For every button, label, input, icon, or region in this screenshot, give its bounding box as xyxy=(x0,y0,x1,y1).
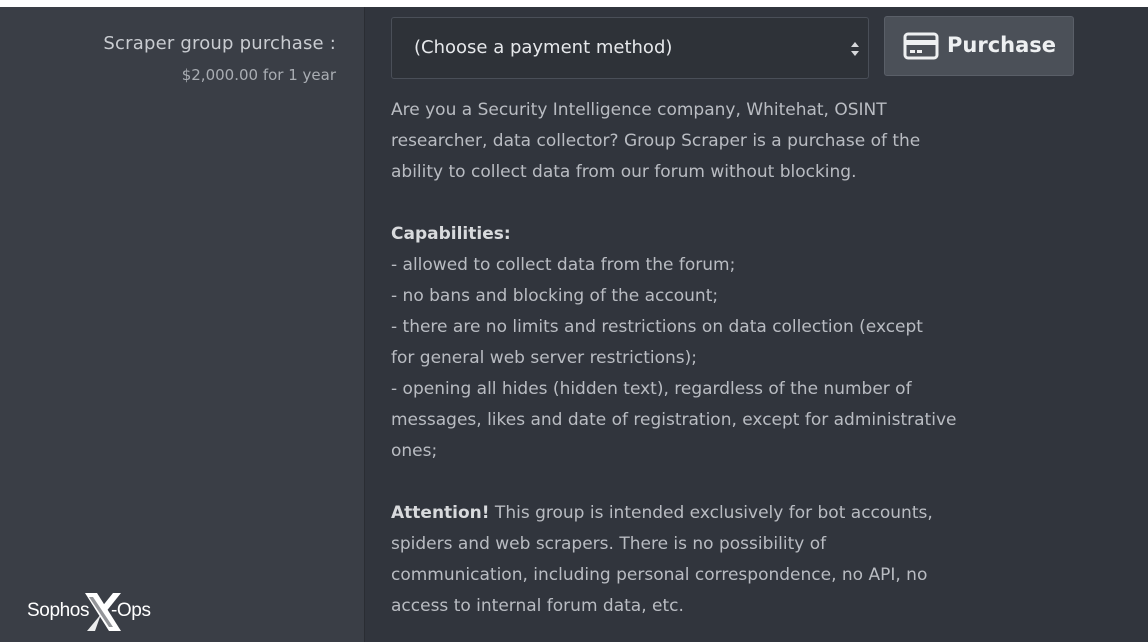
capability-line: - no bans and blocking of the account; xyxy=(391,286,719,306)
sophos-xops-watermark: Sophos -Ops xyxy=(27,591,167,633)
screenshot-frame: Scraper group purchase : $2,000.00 for 1… xyxy=(0,0,1148,642)
attention-line: access to internal forum data, etc. xyxy=(391,596,684,616)
capability-line: messages, likes and date of registration… xyxy=(391,410,957,430)
field-label-column: Scraper group purchase : $2,000.00 for 1… xyxy=(0,7,365,642)
intro-line: ability to collect data from our forum w… xyxy=(391,162,857,182)
attention-text: This group is intended exclusively for b… xyxy=(489,503,933,523)
payment-method-select[interactable]: (Choose a payment method) xyxy=(391,17,869,79)
capability-line: - there are no limits and restrictions o… xyxy=(391,317,923,337)
purchase-button[interactable]: Purchase xyxy=(884,16,1074,76)
watermark-ops-text: -Ops xyxy=(111,600,151,621)
attention-line: Attention! This group is intended exclus… xyxy=(391,498,1111,529)
capability-line: - opening all hides (hidden text), regar… xyxy=(391,379,912,399)
intro-line: researcher, data collector? Group Scrape… xyxy=(391,131,921,151)
credit-card-icon xyxy=(903,32,939,60)
field-label: Scraper group purchase : xyxy=(103,33,336,54)
group-description: Are you a Security Intelligence company,… xyxy=(391,95,1111,622)
capability-line: - allowed to collect data from the forum… xyxy=(391,255,736,275)
attention-line: spiders and web scrapers. There is no po… xyxy=(391,534,827,554)
capabilities-heading: Capabilities: xyxy=(391,224,511,244)
payment-method-selected-value: (Choose a payment method) xyxy=(414,37,673,58)
select-arrows-icon xyxy=(851,42,859,56)
watermark-sophos-text: Sophos xyxy=(27,600,90,621)
attention-label: Attention! xyxy=(391,503,490,523)
field-price-hint: $2,000.00 for 1 year xyxy=(181,66,336,84)
attention-line: communication, including personal corres… xyxy=(391,565,928,585)
field-input-column: (Choose a payment method) Purchase Are y… xyxy=(365,7,1148,642)
capability-line: for general web server restrictions); xyxy=(391,348,698,368)
purchase-button-label: Purchase xyxy=(947,33,1057,57)
capabilities-heading-line: Capabilities: xyxy=(391,219,1111,250)
intro-line: Are you a Security Intelligence company,… xyxy=(391,100,887,120)
capability-line: ones; xyxy=(391,441,438,461)
top-strip xyxy=(0,0,1148,7)
